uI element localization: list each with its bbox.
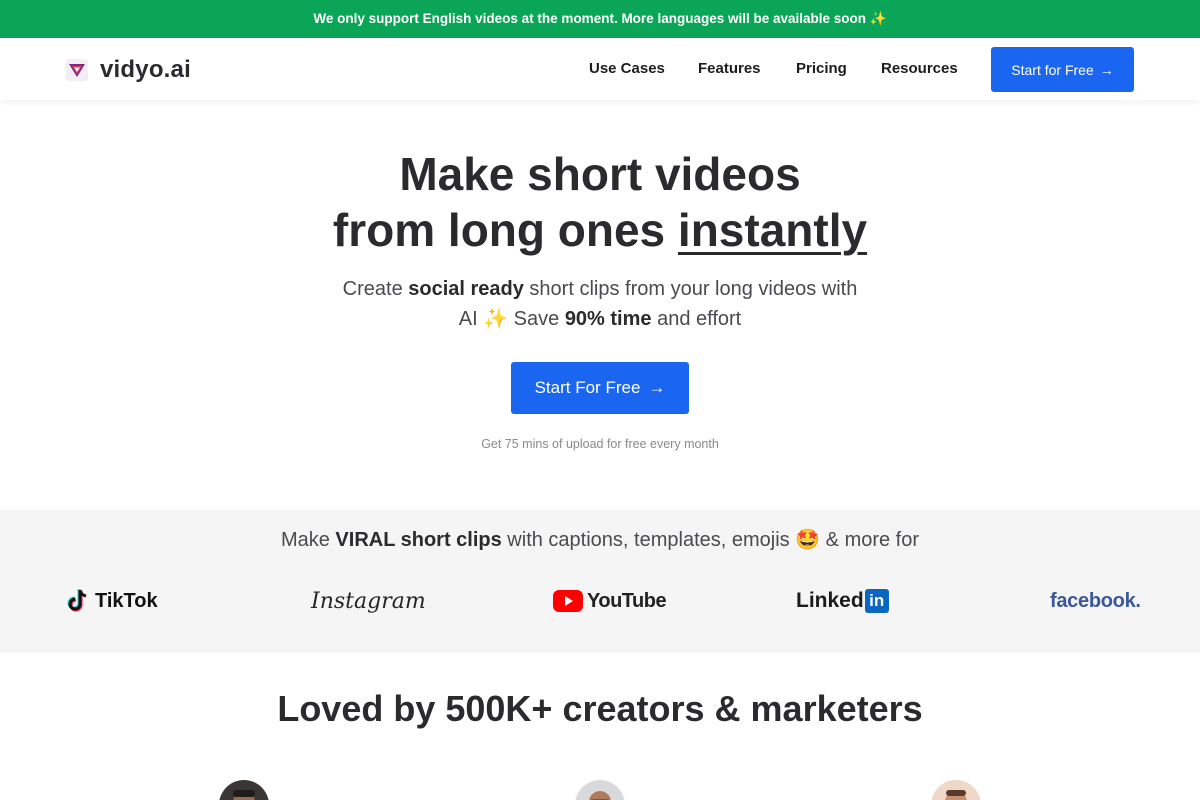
avatar: [575, 780, 625, 800]
announcement-banner: We only support English videos at the mo…: [0, 0, 1200, 38]
nav-resources[interactable]: Resources: [881, 60, 958, 77]
hero-subtitle: Create social ready short clips from you…: [340, 274, 860, 334]
tiktok-icon: [67, 589, 87, 612]
arrow-right-icon: →: [648, 378, 666, 397]
linkedin-logo: Linked in: [796, 585, 889, 617]
instagram-logo: Instagram: [311, 585, 426, 617]
platforms-heading: Make VIRAL short clips with captions, te…: [0, 527, 1200, 552]
youtube-wordmark: YouTube: [587, 589, 667, 612]
hero-sub-text-3: and effort: [651, 308, 742, 330]
hero-start-for-free-button[interactable]: Start For Free →: [511, 362, 689, 414]
navbar: vidyo.ai Use Cases Features Pricing Reso…: [0, 38, 1200, 100]
platforms-section: Make VIRAL short clips with captions, te…: [0, 510, 1200, 653]
avatar: [931, 780, 981, 800]
platforms-heading-text-1: Make: [280, 529, 336, 551]
banner-text: We only support English videos at the mo…: [313, 11, 887, 26]
facebook-wordmark: facebook.: [1050, 589, 1141, 612]
instagram-wordmark: Instagram: [311, 588, 426, 614]
logo[interactable]: vidyo.ai: [66, 56, 191, 84]
nav-pricing[interactable]: Pricing: [796, 60, 847, 77]
hero-title-line2: from long ones: [332, 204, 678, 256]
hero-cta-label: Start For Free: [534, 378, 641, 397]
avatar: [219, 780, 269, 800]
free-upload-note: Get 75 mins of upload for free every mon…: [481, 437, 719, 451]
platforms-heading-bold: VIRAL short clips: [335, 529, 502, 551]
arrow-right-icon: →: [1099, 61, 1114, 78]
linkedin-icon: in: [864, 589, 889, 613]
hero-sub-bold-2: 90% time: [564, 308, 652, 330]
nav-cta-label: Start for Free: [1011, 61, 1094, 78]
social-proof-heading: Loved by 500K+ creators & marketers: [277, 688, 923, 729]
logo-text: vidyo.ai: [100, 56, 191, 83]
avatar-icon: [931, 780, 981, 800]
hero-title: Make short videos from long ones instant…: [0, 146, 1200, 258]
avatar-icon: [219, 780, 269, 800]
hero-title-line1: Make short videos: [399, 148, 801, 200]
hero-title-emphasis: instantly: [677, 204, 868, 256]
hero-sub-text-1: Create: [342, 278, 409, 300]
start-for-free-button[interactable]: Start for Free →: [991, 47, 1134, 92]
logo-icon: [66, 59, 88, 81]
tiktok-logo: TikTok: [66, 585, 158, 617]
nav-use-cases[interactable]: Use Cases: [589, 60, 665, 77]
tiktok-wordmark: TikTok: [95, 589, 158, 612]
linkedin-wordmark: Linked: [796, 589, 864, 612]
nav-features[interactable]: Features: [698, 60, 761, 77]
hero-sub-bold-1: social ready: [408, 278, 524, 300]
youtube-icon: [553, 590, 583, 612]
facebook-logo: facebook.: [1050, 585, 1141, 617]
youtube-logo: YouTube: [553, 585, 667, 617]
platforms-heading-text-2: with captions, templates, emojis 🤩 & mor…: [501, 529, 920, 551]
avatar-icon: [575, 780, 625, 800]
